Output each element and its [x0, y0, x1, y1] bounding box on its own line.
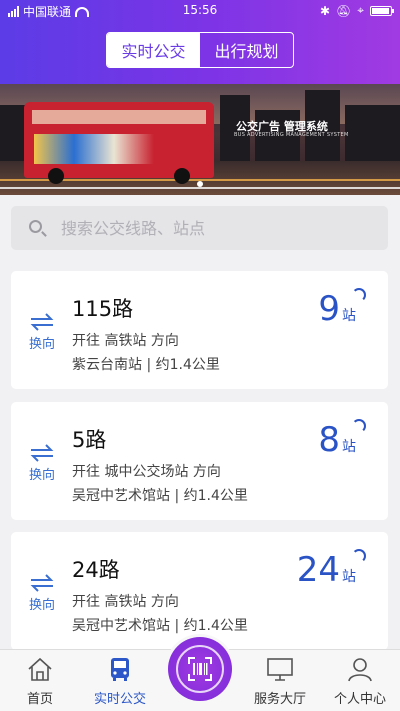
app-header: 中国联通 15:56 ✱ 🔕︎ ⌖ 实时公交 出行规划 — [0, 0, 400, 84]
bus-line-card[interactable]: 换向 115路 开往 高铁站 方向 紫云台南站 | 约1.4公里 9 站 — [11, 271, 388, 389]
route-name: 115路 — [72, 297, 134, 321]
route-direction: 开往 城中公交场站 方向 — [72, 464, 221, 480]
bluetooth-icon: ✱ — [319, 3, 330, 18]
nav-home[interactable]: 首页 — [0, 650, 80, 711]
banner-page-indicator — [197, 181, 203, 187]
refresh-arc-icon — [352, 419, 366, 433]
status-bar: 中国联通 15:56 ✱ 🔕︎ ⌖ — [0, 0, 400, 22]
mute-icon: 🔕︎ — [336, 3, 352, 18]
nav-realtime-bus[interactable]: 实时公交 — [80, 650, 160, 711]
search-input[interactable] — [61, 214, 371, 242]
stops-count: 9 — [318, 289, 340, 329]
nav-service-hall[interactable]: 服务大厅 — [240, 650, 320, 711]
search-bar[interactable] — [11, 206, 388, 250]
search-icon — [29, 220, 42, 233]
nav-profile-label: 个人中心 — [333, 692, 386, 707]
stops-unit: 站 — [342, 439, 356, 455]
stops-count: 24 — [296, 550, 340, 590]
bus-icon — [111, 658, 129, 681]
battery-icon — [370, 5, 394, 16]
swap-icon — [30, 444, 54, 462]
swap-icon — [30, 574, 54, 592]
route-direction: 开往 高铁站 方向 — [72, 594, 179, 610]
scan-button[interactable] — [168, 637, 232, 701]
stops-unit: 站 — [342, 569, 356, 585]
swap-label: 换向 — [28, 337, 55, 352]
location-icon: ⌖ — [357, 3, 364, 17]
nav-realtime-bus-label: 实时公交 — [93, 692, 146, 707]
ad-banner[interactable] — [0, 84, 400, 195]
refresh-arc-icon — [352, 549, 366, 563]
nav-home-label: 首页 — [26, 692, 53, 707]
stops-count: 8 — [318, 420, 340, 460]
bus-line-card[interactable]: 换向 5路 开往 城中公交场站 方向 吴冠中艺术馆站 | 约1.4公里 8 站 — [11, 402, 388, 520]
scan-icon — [188, 657, 212, 681]
user-icon — [348, 658, 372, 682]
banner-subtitle: BUS ADVERTISING MANAGEMENT SYSTEM — [234, 132, 349, 138]
swap-direction-button[interactable]: 换向 — [27, 574, 57, 613]
stops-unit: 站 — [342, 308, 356, 324]
banner-bus-image — [24, 102, 214, 184]
monitor-icon — [267, 658, 293, 681]
swap-direction-button[interactable]: 换向 — [27, 313, 57, 352]
nearest-stop: 吴冠中艺术馆站 | 约1.4公里 — [72, 618, 248, 634]
route-direction: 开往 高铁站 方向 — [72, 333, 179, 349]
route-name: 5路 — [72, 428, 107, 452]
tab-trip-planning[interactable]: 出行规划 — [200, 33, 293, 67]
tab-realtime-bus[interactable]: 实时公交 — [107, 33, 200, 67]
swap-label: 换向 — [28, 468, 55, 483]
nav-profile[interactable]: 个人中心 — [320, 650, 400, 711]
stops-away: 9 站 — [318, 289, 356, 329]
nearest-stop: 吴冠中艺术馆站 | 约1.4公里 — [72, 488, 248, 504]
swap-label: 换向 — [28, 598, 55, 613]
stops-away: 8 站 — [318, 420, 356, 460]
swap-icon — [30, 313, 54, 331]
mode-switch: 实时公交 出行规划 — [106, 32, 294, 68]
stops-away: 24 站 — [297, 550, 356, 590]
home-icon — [28, 657, 52, 681]
refresh-arc-icon — [352, 288, 366, 302]
bus-line-card[interactable]: 换向 24路 开往 高铁站 方向 吴冠中艺术馆站 | 约1.4公里 24 站 — [11, 532, 388, 650]
nearest-stop: 紫云台南站 | 约1.4公里 — [72, 357, 220, 373]
swap-direction-button[interactable]: 换向 — [27, 444, 57, 483]
route-name: 24路 — [72, 558, 120, 582]
nav-service-hall-label: 服务大厅 — [253, 692, 306, 707]
